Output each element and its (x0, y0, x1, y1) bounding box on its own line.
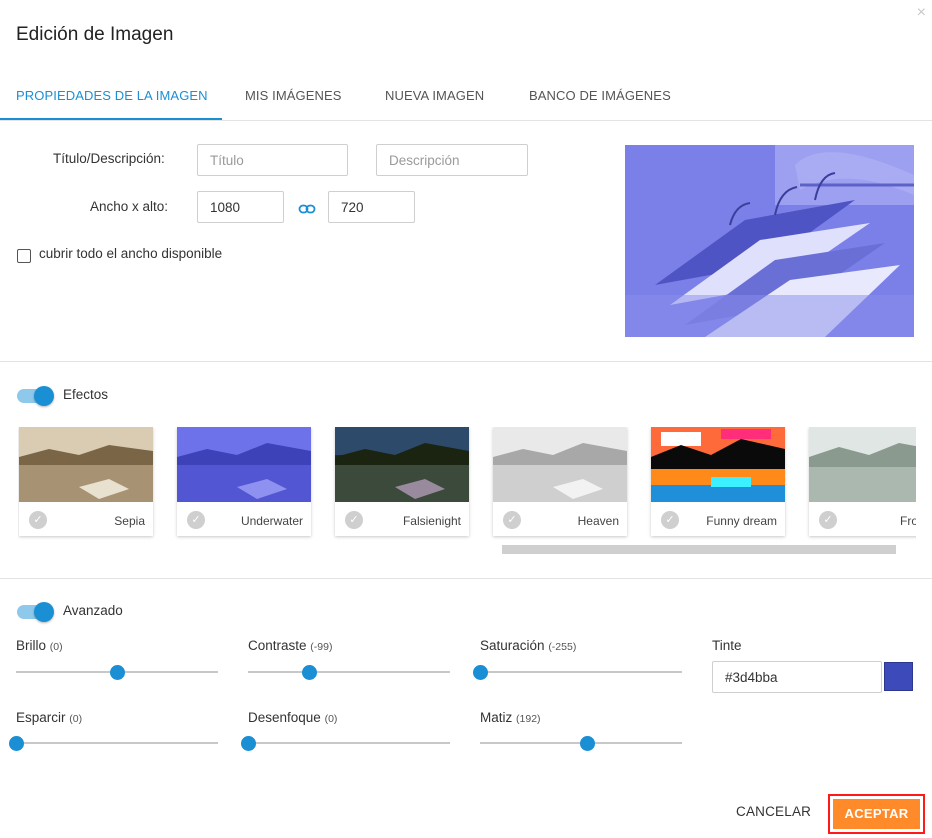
slider-value: (0) (324, 713, 338, 725)
effect-name: Funny dream (706, 514, 777, 528)
effects-toggle[interactable] (17, 386, 54, 406)
slider-name: Desenfoque (248, 710, 321, 725)
effect-card-underwater[interactable]: ✓ Underwater (177, 427, 311, 536)
saturation-label: Saturación (-255) (480, 638, 576, 653)
brightness-label: Brillo (0) (16, 638, 63, 653)
check-icon: ✓ (819, 511, 837, 529)
check-icon: ✓ (187, 511, 205, 529)
scatter-slider-handle[interactable] (9, 736, 24, 751)
title-description-label: Título/Descripción: (53, 151, 165, 166)
contrast-slider-track[interactable] (248, 671, 450, 673)
contrast-slider-handle[interactable] (301, 665, 317, 680)
effect-card-falsienight[interactable]: ✓ Falsienight (335, 427, 469, 536)
slider-name: Brillo (16, 638, 47, 653)
slider-name: Matiz (480, 710, 513, 725)
accept-button[interactable]: ACEPTAR (828, 794, 925, 834)
advanced-label: Avanzado (63, 603, 123, 618)
slider-value: (0) (49, 641, 63, 653)
effect-name: Underwater (240, 514, 303, 528)
accept-button-label: ACEPTAR (833, 799, 920, 829)
hue-label: Matiz (192) (480, 710, 541, 725)
cover-width-label: cubrir todo el ancho disponible (39, 246, 223, 261)
image-preview (625, 145, 914, 337)
slider-value: (0) (69, 713, 83, 725)
tint-hex-input[interactable] (712, 661, 882, 693)
effect-thumbnail (809, 427, 916, 502)
tab-bar: PROPIEDADES DE LA IMAGEN MIS IMÁGENES NU… (0, 78, 932, 121)
slider-name: Contraste (248, 638, 307, 653)
effect-thumbnail (651, 427, 785, 502)
tint-label: Tinte (712, 638, 742, 653)
slider-name: Esparcir (16, 710, 66, 725)
blur-slider-handle[interactable] (241, 736, 256, 751)
advanced-toggle[interactable] (17, 602, 54, 622)
height-input[interactable] (328, 191, 415, 223)
width-input[interactable] (197, 191, 284, 223)
saturation-slider-track[interactable] (480, 671, 682, 673)
effect-thumbnail (335, 427, 469, 502)
section-divider (0, 578, 932, 579)
description-input[interactable] (376, 144, 528, 176)
effect-thumbnail (493, 427, 627, 502)
tab-new-image[interactable]: NUEVA IMAGEN (385, 88, 484, 103)
slider-value: (-255) (548, 641, 577, 653)
blur-slider-track[interactable] (248, 742, 450, 744)
cancel-button[interactable]: CANCELAR (736, 804, 811, 819)
effect-card-funny-dream[interactable]: ✓ Funny dream (651, 427, 785, 536)
effect-name: Heaven (577, 514, 619, 528)
effect-card-frost[interactable]: ✓ Fro (809, 427, 916, 536)
effect-card-sepia[interactable]: ✓ Sepia (19, 427, 153, 536)
effect-name: Fro (900, 514, 916, 528)
check-icon: ✓ (503, 511, 521, 529)
slider-value: (192) (516, 713, 541, 725)
slider-value: (-99) (310, 641, 333, 653)
hue-slider-handle[interactable] (580, 736, 596, 751)
brightness-slider-handle[interactable] (110, 665, 125, 680)
effect-thumbnail (177, 427, 311, 502)
tint-color-swatch[interactable] (884, 662, 913, 691)
title-input[interactable] (197, 144, 348, 176)
link-icon[interactable] (298, 200, 316, 223)
dialog-title: Edición de Imagen (16, 24, 174, 45)
slider-name: Saturación (480, 638, 545, 653)
effect-name: Sepia (114, 514, 145, 528)
section-divider (0, 361, 932, 362)
scatter-label: Esparcir (0) (16, 710, 82, 725)
cover-width-checkbox[interactable] (17, 249, 31, 263)
effect-card-heaven[interactable]: ✓ Heaven (493, 427, 627, 536)
blur-label: Desenfoque (0) (248, 710, 337, 725)
close-icon[interactable]: × (917, 4, 926, 22)
tab-my-images[interactable]: MIS IMÁGENES (245, 88, 342, 103)
tab-image-bank[interactable]: BANCO DE IMÁGENES (529, 88, 671, 103)
effect-thumbnail (19, 427, 153, 502)
active-tab-indicator (0, 118, 222, 120)
check-icon: ✓ (345, 511, 363, 529)
check-icon: ✓ (29, 511, 47, 529)
tab-image-properties[interactable]: PROPIEDADES DE LA IMAGEN (16, 88, 208, 103)
effects-scrollbar[interactable] (502, 545, 896, 554)
contrast-label: Contraste (-99) (248, 638, 332, 653)
effects-label: Efectos (63, 387, 109, 402)
size-label: Ancho x alto: (90, 199, 169, 214)
saturation-slider-handle[interactable] (473, 665, 488, 680)
effects-carousel: ✓ Sepia ✓ Underwater ✓ Falsienight ✓ Hea… (18, 427, 916, 541)
check-icon: ✓ (661, 511, 679, 529)
effect-name: Falsienight (402, 514, 461, 528)
scatter-slider-track[interactable] (16, 742, 218, 744)
